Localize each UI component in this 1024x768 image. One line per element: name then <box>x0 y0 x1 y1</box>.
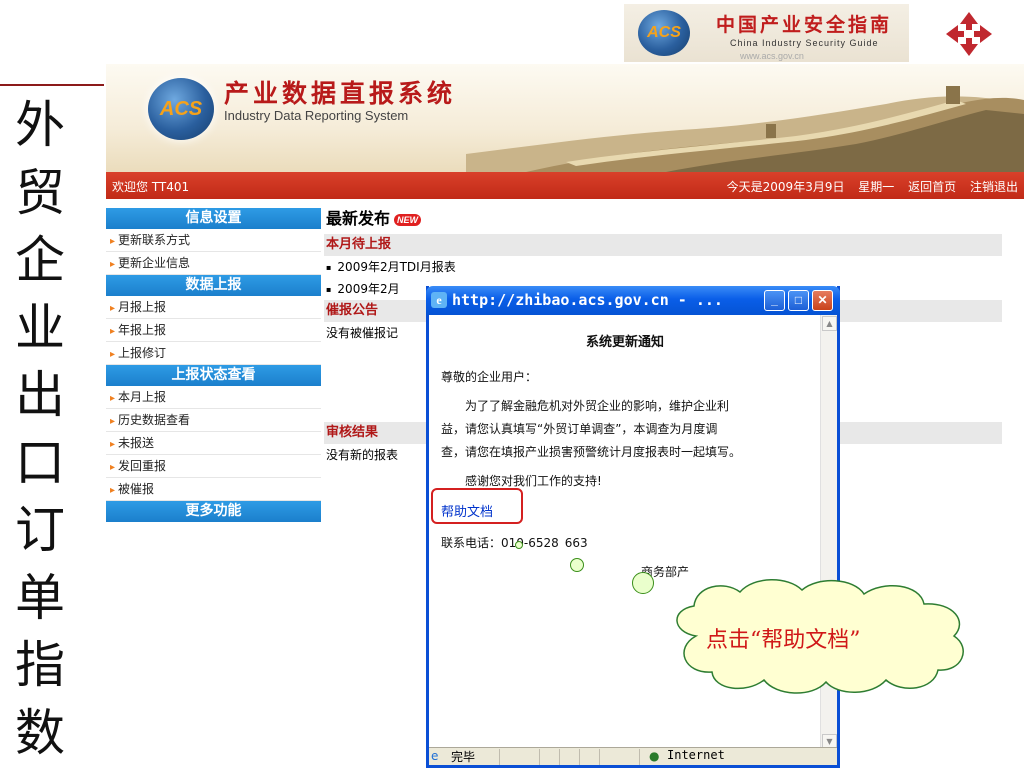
side-title-char: 口 <box>15 433 65 492</box>
side-title-char: 订 <box>15 501 65 559</box>
sidebar-item-returned[interactable]: 发回重报 <box>106 455 321 478</box>
popup-title: http://zhibao.acs.gov.cn - ... <box>452 291 723 309</box>
side-title-char: 企 <box>15 231 65 289</box>
sidebar-item-update-company[interactable]: 更新企业信息 <box>106 252 321 275</box>
pending-item[interactable]: 2009年2月TDI月报表 <box>324 256 1002 278</box>
side-title-char: 数 <box>15 703 65 762</box>
sidebar-item-not-submitted[interactable]: 未报送 <box>106 432 321 455</box>
body-line: 益，请您认真填写“外贸订单调查”，本调查为月度调 <box>441 422 718 436</box>
pointer-dot <box>632 572 654 594</box>
side-title-char: 单 <box>15 568 65 627</box>
ie-icon: e <box>431 292 447 308</box>
phone-line: 联系电话：010-6528 663 <box>441 532 809 555</box>
logout-link[interactable]: 注销退出 <box>970 180 1018 194</box>
acs-banner: ACS 中国产业安全指南 China Industry Security Gui… <box>624 4 909 62</box>
status-zone: Internet <box>667 748 725 762</box>
sidebar-item-annual-report[interactable]: 年报上报 <box>106 319 321 342</box>
sidebar-item-urged[interactable]: 被催报 <box>106 478 321 501</box>
sidebar-item-history[interactable]: 历史数据查看 <box>106 409 321 432</box>
popup-titlebar[interactable]: e http://zhibao.acs.gov.cn - ... _ □ ✕ <box>426 286 840 315</box>
sidebar-item-update-contact[interactable]: 更新联系方式 <box>106 229 321 252</box>
system-subtitle: Industry Data Reporting System <box>224 108 409 123</box>
greeting: 尊敬的企业用户： <box>441 370 538 384</box>
latest-title: 最新发布 NEW <box>324 204 1002 234</box>
sidebar-section-info-settings[interactable]: 信息设置 <box>106 208 321 229</box>
pending-heading: 本月待上报 <box>324 234 1002 256</box>
sidebar-section-more[interactable]: 更多功能 <box>106 501 321 522</box>
latest-title-text: 最新发布 <box>326 209 391 228</box>
great-wall-image <box>466 86 1024 172</box>
help-highlight-box <box>431 488 523 524</box>
acs-logo-text: ACS <box>647 24 681 41</box>
banner-url: www.acs.gov.cn <box>740 51 804 61</box>
side-title-char: 业 <box>15 298 65 357</box>
home-link[interactable]: 返回首页 <box>908 180 956 194</box>
sidebar-section-data-report[interactable]: 数据上报 <box>106 275 321 296</box>
phone-label: 联系电话：010-6528 <box>441 536 559 550</box>
close-icon[interactable]: ✕ <box>812 290 833 311</box>
side-title-char: 指 <box>15 636 65 694</box>
sidebar-item-monthly-report[interactable]: 月报上报 <box>106 296 321 319</box>
side-title-char: 出 <box>15 366 65 424</box>
weekday-text: 星期一 <box>858 180 895 194</box>
body-line: 查，请您在填报产业损害预警统计月度报表时一起填写。 <box>441 445 742 459</box>
phone-tail: 663 <box>564 536 588 550</box>
pointer-dot <box>515 541 523 549</box>
notice-title: 系统更新通知 <box>585 335 664 350</box>
pointer-dot <box>570 558 584 572</box>
logo-text: ACS <box>159 98 203 120</box>
sidebar-item-report-revision[interactable]: 上报修订 <box>106 342 321 365</box>
maximize-icon[interactable]: □ <box>788 290 809 311</box>
diamond-arrows-logo <box>946 12 992 56</box>
welcome-text: 欢迎您 TT401 <box>112 180 190 194</box>
callout-text: 点击“帮助文档” <box>706 628 861 653</box>
top-nav-bar: 欢迎您 TT401 今天是2009年3月9日 星期一 返回首页 注销退出 <box>106 172 1024 199</box>
acs-globe-logo: ACS <box>638 10 690 56</box>
globe-icon: ● <box>649 749 660 763</box>
status-bar: e 完毕 ● Internet <box>429 747 837 765</box>
scroll-up-icon[interactable]: ▲ <box>822 316 837 331</box>
date-text: 今天是2009年3月9日 <box>726 180 845 194</box>
banner-subtitle: China Industry Security Guide <box>730 38 879 48</box>
banner-title: 中国产业安全指南 <box>716 14 893 36</box>
new-badge: NEW <box>394 213 422 226</box>
body-line: 为了了解金融危机对外贸企业的影响，维护企业利 <box>465 399 730 413</box>
sidebar-item-this-month[interactable]: 本月上报 <box>106 386 321 409</box>
status-done: 完毕 <box>451 750 476 764</box>
acs-logo: ACS <box>148 78 214 140</box>
sidebar-section-report-status[interactable]: 上报状态查看 <box>106 365 321 386</box>
site-header: ACS 产业数据直报系统 Industry Data Reporting Sys… <box>106 64 1024 172</box>
system-title: 产业数据直报系统 <box>224 79 457 108</box>
side-rule <box>0 84 104 86</box>
minimize-icon[interactable]: _ <box>764 290 785 311</box>
side-title-char: 贸 <box>15 163 65 222</box>
sidebar: 信息设置 更新联系方式 更新企业信息 数据上报 月报上报 年报上报 上报修订 上… <box>106 208 321 522</box>
ie-status-icon: e <box>431 749 439 763</box>
side-title-char: 外 <box>15 96 65 154</box>
side-vertical-title: 外 贸 企 业 出 口 订 单 指 数 <box>0 92 80 767</box>
